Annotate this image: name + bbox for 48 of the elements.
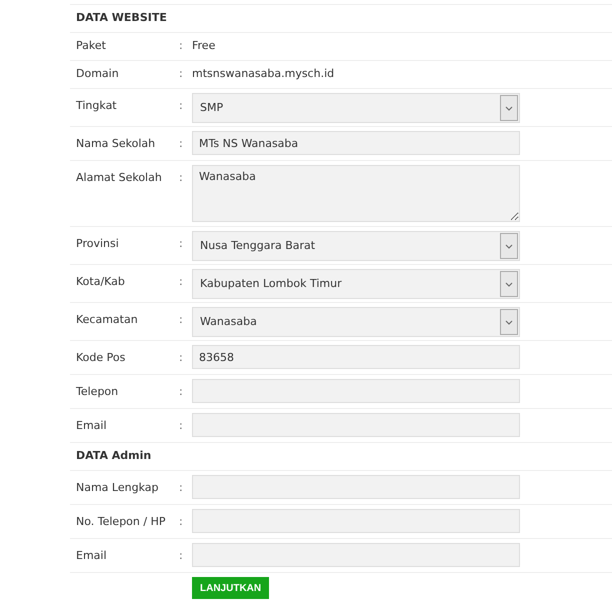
input-field[interactable]: MTs NS Wanasaba	[192, 131, 520, 155]
colon-separator: :	[179, 38, 184, 54]
colon-separator: :	[179, 98, 184, 114]
field-label: Alamat Sekolah	[76, 170, 163, 186]
field-label: Nama Lengkap	[76, 480, 160, 496]
colon-separator: :	[179, 384, 184, 400]
colon-separator: :	[179, 548, 184, 564]
input-field[interactable]	[192, 413, 520, 437]
select-field[interactable]: SMP	[192, 93, 520, 123]
section-heading: DATA Admin	[76, 448, 152, 464]
dropdown-icon[interactable]	[500, 95, 518, 121]
field-value: mtsnswanasaba.mysch.id	[192, 66, 334, 82]
field-label: Domain	[76, 66, 120, 82]
colon-separator: :	[179, 350, 184, 366]
dropdown-icon[interactable]	[500, 233, 518, 259]
textarea-field[interactable]: Wanasaba	[192, 165, 520, 222]
input-field[interactable]	[192, 379, 520, 403]
field-label: Kota/Kab	[76, 274, 126, 290]
colon-separator: :	[179, 312, 184, 328]
field-label: No. Telepon / HP	[76, 514, 166, 530]
input-field[interactable]	[192, 475, 520, 499]
field-label: Kecamatan	[76, 312, 139, 328]
colon-separator: :	[179, 170, 184, 186]
section-heading: DATA WEBSITE	[76, 10, 167, 26]
input-field[interactable]: 83658	[192, 345, 520, 369]
select-field[interactable]: Wanasaba	[192, 307, 520, 337]
field-label: Tingkat	[76, 98, 118, 114]
field-value: Free	[192, 38, 216, 54]
field-label: Nama Sekolah	[76, 136, 156, 152]
field-label: Telepon	[76, 384, 120, 400]
input-field[interactable]	[192, 543, 520, 567]
colon-separator: :	[179, 136, 184, 152]
colon-separator: :	[179, 274, 184, 290]
input-field[interactable]	[192, 509, 520, 533]
select-field[interactable]: Kabupaten Lombok Timur	[192, 269, 520, 299]
field-label: Paket	[76, 38, 107, 54]
colon-separator: :	[179, 66, 184, 82]
field-label: Email	[76, 548, 108, 564]
colon-separator: :	[179, 236, 184, 252]
colon-separator: :	[179, 480, 184, 496]
dropdown-icon[interactable]	[500, 309, 518, 335]
field-label: Email	[76, 418, 108, 434]
colon-separator: :	[179, 514, 184, 530]
dropdown-icon[interactable]	[500, 271, 518, 297]
field-label: Kode Pos	[76, 350, 126, 366]
select-field[interactable]: Nusa Tenggara Barat	[192, 231, 520, 261]
field-label: Provinsi	[76, 236, 120, 252]
colon-separator: :	[179, 418, 184, 434]
